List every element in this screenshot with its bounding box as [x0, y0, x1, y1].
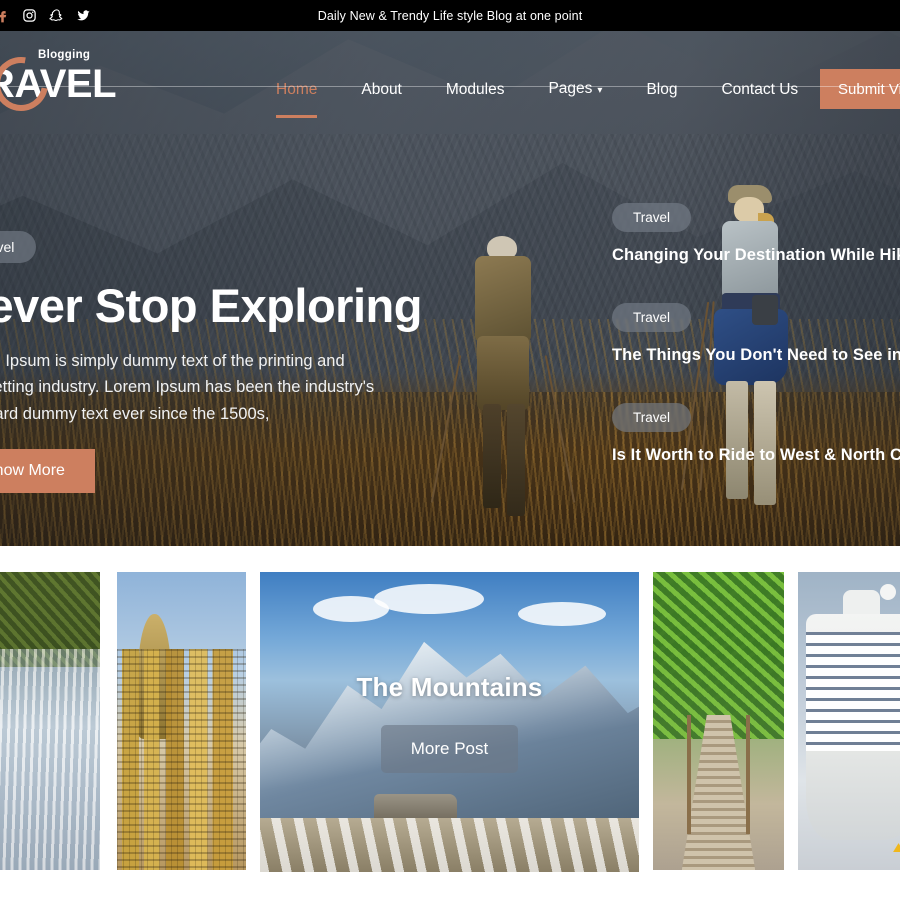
- post-title[interactable]: Is It Worth to Ride to West & North Cana…: [612, 446, 900, 465]
- hero-content: Travel Never Stop Exploring Lorem Ipsum …: [0, 231, 424, 493]
- nav-item-pages[interactable]: Pages ▾: [526, 61, 624, 118]
- hiker-figure-left: [430, 236, 576, 536]
- nav-label: Contact Us: [721, 81, 799, 98]
- hero-post-item[interactable]: Travel Is It Worth to Ride to West & Nor…: [612, 403, 900, 465]
- chevron-down-icon: ▾: [597, 85, 603, 96]
- forest-bridge-image: [653, 572, 784, 870]
- nav-label: Home: [276, 81, 318, 98]
- city-skyline-image: [117, 572, 246, 870]
- more-post-button[interactable]: More Post: [380, 724, 519, 773]
- hero-description: Lorem Ipsum is simply dummy text of the …: [0, 351, 375, 423]
- nav-label: About: [361, 81, 402, 98]
- top-bar: Daily New & Trendy Life style Blog at on…: [0, 0, 900, 31]
- post-title[interactable]: The Things You Don't Need to See in Lond…: [612, 346, 900, 365]
- nav-item-modules[interactable]: Modules: [424, 62, 527, 117]
- gallery-strip: The Mountains More Post: [0, 572, 900, 872]
- know-more-button[interactable]: Know More: [0, 448, 95, 493]
- nav-label: Blog: [646, 81, 678, 98]
- hero-post-item[interactable]: Travel Changing Your Destination While H…: [612, 203, 900, 265]
- nav-item-contact-us[interactable]: Contact Us: [699, 62, 820, 117]
- post-category-tag[interactable]: Travel: [612, 203, 692, 232]
- nav-item-about[interactable]: About: [339, 62, 424, 117]
- social-links: [0, 7, 92, 24]
- submit-video-button[interactable]: Submit Video: [820, 69, 900, 109]
- site-logo[interactable]: TRAVEL Blogging: [0, 46, 142, 122]
- hero-post-item[interactable]: Travel The Things You Don't Need to See …: [612, 303, 900, 365]
- snapchat-icon[interactable]: [48, 7, 65, 24]
- post-category-tag[interactable]: Travel: [612, 303, 692, 332]
- gallery-card-city[interactable]: [117, 572, 246, 870]
- gallery-card-waterfall[interactable]: [0, 572, 100, 870]
- nav-label: Modules: [445, 81, 505, 98]
- facebook-icon[interactable]: [0, 7, 11, 24]
- hero-title: Never Stop Exploring: [0, 279, 422, 332]
- gallery-card-title: The Mountains: [356, 671, 543, 702]
- header-divider: [0, 86, 900, 87]
- cruise-ship-image: [798, 572, 900, 870]
- gallery-card-forest[interactable]: [653, 572, 784, 870]
- twitter-icon[interactable]: [75, 7, 92, 24]
- nav-item-blog[interactable]: Blog: [624, 62, 699, 117]
- gallery-card-cruise[interactable]: [798, 572, 900, 870]
- gallery-card-mountains[interactable]: The Mountains More Post: [260, 572, 639, 872]
- topbar-tagline: Daily New & Trendy Life style Blog at on…: [317, 8, 583, 23]
- main-navigation: Home About Modules Pages ▾ Blog Contact U…: [254, 61, 820, 118]
- hero-category-tag[interactable]: Travel: [0, 231, 37, 263]
- hero-post-list: Travel Changing Your Destination While H…: [612, 203, 900, 465]
- site-header: TRAVEL Blogging Home About Modules Pages…: [0, 31, 900, 122]
- nav-item-home[interactable]: Home: [254, 62, 339, 118]
- nav-label: Pages: [548, 80, 593, 97]
- post-category-tag[interactable]: Travel: [612, 403, 692, 432]
- logo-tagline: Blogging: [38, 49, 91, 61]
- instagram-icon[interactable]: [21, 7, 38, 24]
- gallery-card-overlay: The Mountains More Post: [260, 572, 639, 872]
- waterfall-image: [0, 572, 100, 870]
- post-title[interactable]: Changing Your Destination While Hiking: [612, 246, 900, 265]
